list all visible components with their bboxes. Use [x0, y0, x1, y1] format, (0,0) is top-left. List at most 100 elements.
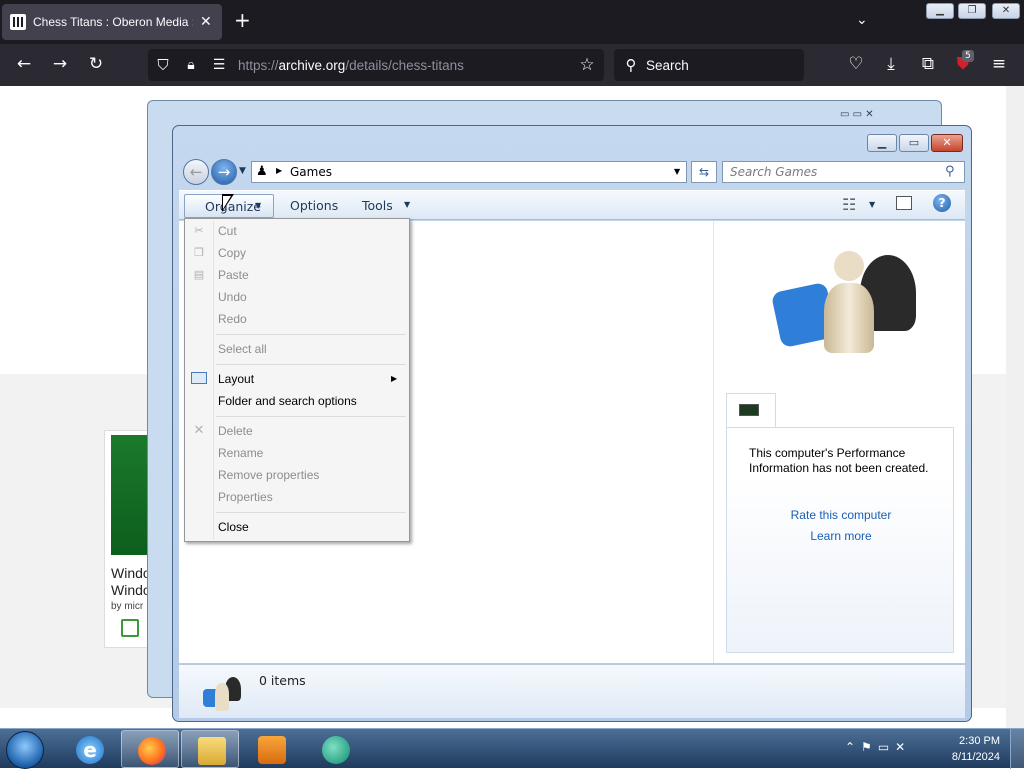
- views-icon[interactable]: ☷: [842, 195, 856, 214]
- clock-date: 8/11/2024: [951, 751, 1000, 763]
- performance-panel: This computer's Performance Information …: [726, 427, 954, 653]
- help-icon[interactable]: ?: [933, 194, 951, 212]
- menu-remove-properties[interactable]: Remove properties: [218, 468, 319, 482]
- extension-badge: 5: [962, 50, 974, 62]
- reload-icon[interactable]: ↻: [85, 54, 107, 74]
- forward-button[interactable]: →: [211, 159, 237, 185]
- permissions-icon[interactable]: ☰: [208, 55, 230, 75]
- taskbar-ie[interactable]: e: [60, 730, 118, 768]
- games-folder-icon: ♟: [256, 164, 268, 179]
- menu-close[interactable]: Close: [218, 520, 249, 534]
- menu-copy[interactable]: Copy: [218, 246, 246, 260]
- win-close-button[interactable]: ✕: [931, 134, 963, 152]
- tools-chevron-icon[interactable]: ▼: [404, 200, 410, 209]
- menu-undo[interactable]: Undo: [218, 290, 247, 304]
- archive-favicon-icon: [10, 14, 26, 30]
- menu-separator: [216, 512, 406, 513]
- taskbar-explorer[interactable]: [181, 730, 239, 768]
- lock-icon[interactable]: 🔒︎: [180, 55, 202, 75]
- layout-submenu-arrow-icon: ▶: [391, 374, 398, 383]
- menu-redo[interactable]: Redo: [218, 312, 247, 326]
- extensions-icon[interactable]: ⧉: [917, 54, 939, 74]
- show-desktop-button[interactable]: [1010, 729, 1024, 769]
- start-button[interactable]: [6, 731, 44, 769]
- page-scrollbar[interactable]: [1006, 86, 1024, 730]
- menu-paste[interactable]: Paste: [218, 268, 249, 282]
- window-controls: ▁ ▭ ✕: [865, 134, 963, 154]
- command-bar: Organize ▼ Options Tools ▼ ☷ ▼ ?: [179, 190, 965, 220]
- shield-icon[interactable]: ⛉: [152, 55, 174, 75]
- delete-x-icon: ✕: [193, 423, 205, 438]
- bg-window-controls[interactable]: ▭ ▭ ✕: [840, 109, 874, 120]
- back-arrow-icon[interactable]: ←: [13, 54, 35, 74]
- menu-hamburger-icon[interactable]: ≡: [988, 54, 1010, 74]
- menu-separator: [216, 334, 406, 335]
- address-dropdown-icon[interactable]: ▼: [674, 167, 680, 176]
- rate-computer-link[interactable]: Rate this computer: [727, 508, 955, 522]
- menu-layout[interactable]: Layout: [218, 372, 254, 386]
- mouse-cursor-icon: [222, 194, 234, 212]
- back-button[interactable]: ←: [183, 159, 209, 185]
- url-bar[interactable]: ⛉ 🔒︎ ☰ https://archive.org/details/chess…: [148, 49, 604, 81]
- menu-properties[interactable]: Properties: [218, 490, 273, 504]
- restore-button[interactable]: ❐: [958, 3, 986, 19]
- save-icon[interactable]: [121, 619, 139, 637]
- cut-scissors-icon: ✂: [194, 224, 204, 237]
- performance-monitor-icon: [739, 404, 759, 416]
- menu-separator: [216, 364, 406, 365]
- tab-close-icon[interactable]: ✕: [200, 13, 212, 30]
- taskbar: e ⌃⚑▭✕ 2:30 PM 8/11/2024: [0, 728, 1024, 769]
- search-magnifier-icon[interactable]: ⚲: [945, 164, 955, 179]
- refresh-icon[interactable]: ⇆: [691, 161, 717, 183]
- forward-arrow-icon[interactable]: →: [49, 54, 71, 74]
- performance-message: This computer's Performance Information …: [749, 446, 929, 475]
- details-games-icon: [203, 673, 243, 713]
- taskbar-media-player[interactable]: [242, 730, 300, 768]
- bookmark-star-icon[interactable]: ☆: [576, 55, 598, 75]
- taskbar-app[interactable]: [306, 730, 364, 768]
- minimize-button[interactable]: ▁: [926, 3, 954, 19]
- clock-time: 2:30 PM: [959, 735, 1000, 747]
- card-title: Windo Windo: [111, 565, 151, 598]
- search-bar[interactable]: ⚲ Search: [614, 49, 804, 81]
- navigation-row: ← → ▼ ♟ ▶ Games ▼ ⇆ Search Games ⚲: [181, 158, 965, 188]
- menu-folder-options[interactable]: Folder and search options: [218, 394, 357, 408]
- recent-pages-chevron-icon[interactable]: ▼: [239, 166, 246, 176]
- menu-cut[interactable]: Cut: [218, 224, 237, 238]
- new-tab-button[interactable]: +: [234, 10, 251, 30]
- preview-pane-icon[interactable]: [896, 196, 912, 210]
- pocket-icon[interactable]: ♡: [845, 54, 867, 74]
- options-button[interactable]: Options: [290, 198, 338, 213]
- card-thumbnail: [111, 435, 151, 555]
- browser-tab[interactable]: Chess Titans : Oberon Media : F ✕: [2, 4, 222, 40]
- browser-toolbar: ← → ↻ ⛉ 🔒︎ ☰ https://archive.org/details…: [0, 44, 1024, 86]
- item-card[interactable]: Windo Windo by micr: [104, 430, 151, 648]
- win-minimize-button[interactable]: ▁: [867, 134, 897, 152]
- search-games-placeholder: Search Games: [730, 165, 818, 179]
- taskbar-firefox[interactable]: [121, 730, 179, 768]
- win-maximize-button[interactable]: ▭: [899, 134, 929, 152]
- learn-more-link[interactable]: Learn more: [727, 529, 955, 543]
- menu-select-all[interactable]: Select all: [218, 342, 267, 356]
- card-author: by micr: [111, 601, 144, 612]
- url-text: https://archive.org/details/chess-titans: [238, 58, 464, 73]
- close-window-button[interactable]: ✕: [992, 3, 1020, 19]
- menu-delete[interactable]: Delete: [218, 424, 253, 438]
- views-chevron-icon[interactable]: ▼: [869, 200, 875, 209]
- breadcrumb-arrow-icon[interactable]: ▶: [276, 166, 282, 175]
- address-bar[interactable]: ♟ ▶ Games ▼: [251, 161, 687, 183]
- menu-rename[interactable]: Rename: [218, 446, 263, 460]
- tab-list-chevron-icon[interactable]: ⌄: [856, 12, 868, 28]
- search-games-input[interactable]: Search Games ⚲: [722, 161, 965, 183]
- games-logo-icon: [770, 247, 916, 357]
- tools-button[interactable]: Tools: [362, 198, 393, 213]
- performance-tab[interactable]: [726, 393, 776, 429]
- internet-explorer-icon: e: [76, 736, 104, 764]
- breadcrumb-games[interactable]: Games: [290, 165, 332, 179]
- downloads-icon[interactable]: ⤓: [880, 54, 902, 74]
- organize-chevron-icon: ▼: [255, 201, 262, 210]
- search-placeholder: Search: [646, 58, 689, 73]
- browser-tab-bar: Chess Titans : Oberon Media : F ✕ + ⌄ ▁ …: [0, 0, 1024, 44]
- clock[interactable]: 2:30 PM 8/11/2024: [938, 733, 1000, 765]
- system-tray[interactable]: ⌃⚑▭✕: [845, 740, 911, 754]
